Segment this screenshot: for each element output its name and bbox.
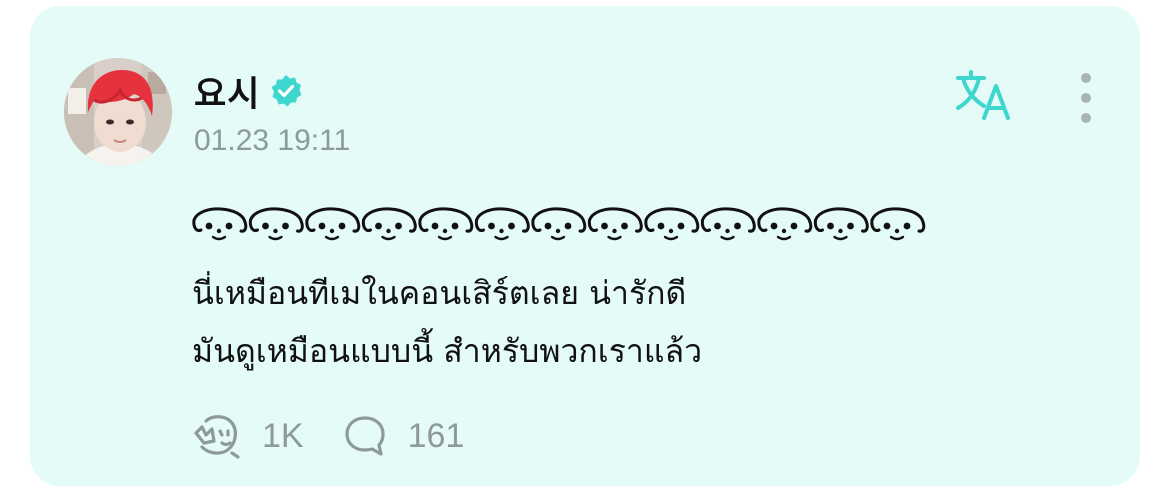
post-text-line-1: นี่เหมือนทีเมในคอนเสิร์ตเลย น่ารักดี (192, 274, 687, 312)
comment-button[interactable]: 161 (342, 413, 465, 459)
emoji-face (644, 207, 700, 241)
post-timestamp: 01.23 19:11 (194, 124, 351, 157)
avatar-image (64, 58, 172, 166)
emoji-face (813, 207, 869, 241)
emoji-face (361, 207, 417, 241)
like-button[interactable]: 1K (192, 413, 304, 459)
post-card: 요시 01.23 19:11 นี่เหมือนทีเมในคอนเสิร์ตเ… (30, 6, 1140, 486)
emoji-faces (192, 207, 926, 241)
like-count: 1K (262, 416, 304, 455)
emoji-face (700, 207, 756, 241)
translate-button[interactable] (954, 68, 1018, 124)
emoji-face (248, 207, 304, 241)
comment-count: 161 (407, 416, 465, 455)
author-name[interactable]: 요시 (194, 66, 260, 117)
emoji-face (757, 207, 813, 241)
emoji-face (474, 207, 530, 241)
emoji-faces-row (191, 204, 931, 244)
emoji-face (870, 207, 926, 241)
author-row: 요시 (194, 66, 304, 116)
emoji-face (587, 207, 643, 241)
emoji-face (192, 207, 248, 241)
emoji-face (418, 207, 474, 241)
more-vertical-icon (1081, 73, 1091, 123)
verified-badge-icon (268, 73, 304, 109)
post-text-line-2: มันดูเหมือนแบบนี้ สำหรับพวกเราแล้ว (192, 332, 703, 370)
more-options-button[interactable] (1074, 68, 1098, 128)
emoji-face (305, 207, 361, 241)
post-actions: 1K 161 (192, 410, 464, 462)
comment-bubble-icon (344, 416, 385, 456)
avatar[interactable] (64, 58, 172, 166)
emoji-face (531, 207, 587, 241)
translate-icon (956, 70, 1010, 120)
like-face-icon (194, 415, 240, 459)
